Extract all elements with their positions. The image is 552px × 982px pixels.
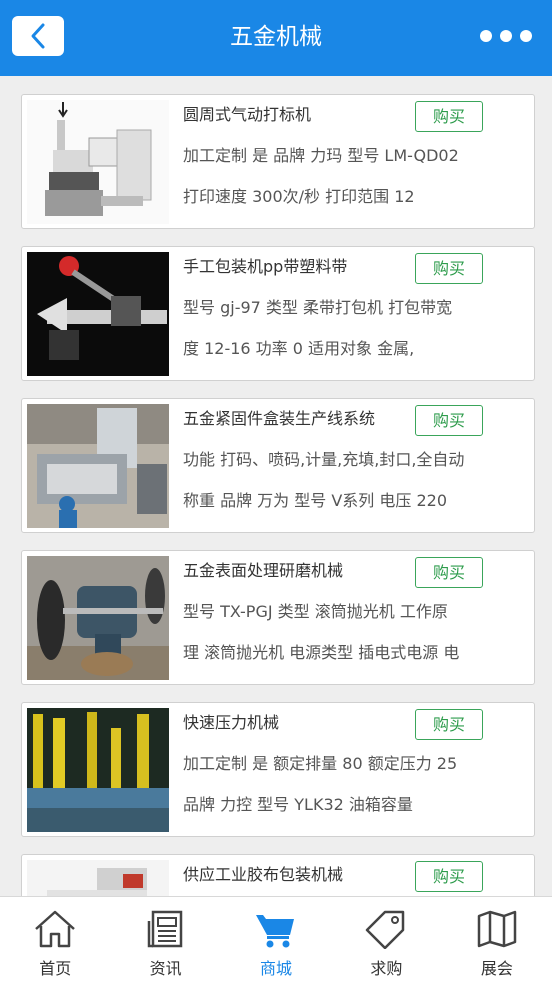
home-icon bbox=[35, 910, 76, 948]
page-title: 五金机械 bbox=[230, 24, 322, 50]
news-icon bbox=[147, 910, 182, 948]
buy-button[interactable]: 购买 bbox=[415, 405, 483, 436]
product-card[interactable]: 圆周式气动打标机 购买 加工定制 是 品牌 力玛 型号 LM-QD02 打印速度… bbox=[21, 94, 535, 229]
tab-mall[interactable]: 商城 bbox=[221, 897, 331, 982]
more-dot-icon bbox=[520, 30, 532, 42]
buy-button[interactable]: 购买 bbox=[415, 101, 483, 132]
product-image[interactable] bbox=[27, 860, 169, 896]
product-list[interactable]: 圆周式气动打标机 购买 加工定制 是 品牌 力玛 型号 LM-QD02 打印速度… bbox=[0, 76, 552, 896]
buy-button[interactable]: 购买 bbox=[415, 709, 483, 740]
product-name[interactable]: 手工包装机pp带塑料带 bbox=[183, 255, 413, 279]
tab-exhibition[interactable]: 展会 bbox=[442, 897, 552, 982]
tab-label: 展会 bbox=[480, 959, 513, 978]
tab-news[interactable]: 资讯 bbox=[110, 897, 220, 982]
header-bar: 五金机械 bbox=[0, 0, 552, 76]
cart-icon bbox=[256, 915, 295, 948]
product-name[interactable]: 五金表面处理研磨机械 bbox=[183, 559, 413, 583]
product-image[interactable] bbox=[27, 100, 169, 224]
buy-button[interactable]: 购买 bbox=[415, 253, 483, 284]
tab-label: 商城 bbox=[260, 959, 293, 978]
tab-label: 首页 bbox=[39, 959, 72, 978]
product-card[interactable]: 供应工业胶布包装机械 购买 bbox=[21, 854, 535, 896]
tab-label: 求购 bbox=[370, 959, 403, 978]
product-image[interactable] bbox=[27, 404, 169, 528]
product-card[interactable]: 五金表面处理研磨机械 购买 型号 TX-PGJ 类型 滚筒抛光机 工作原 理 滚… bbox=[21, 550, 535, 685]
product-image[interactable] bbox=[27, 708, 169, 832]
more-dot-icon bbox=[500, 30, 512, 42]
product-card[interactable]: 手工包装机pp带塑料带 购买 型号 gj-97 类型 柔带打包机 打包带宽 度 … bbox=[21, 246, 535, 381]
product-desc-line: 度 12-16 功率 0 适用对象 金属, bbox=[183, 339, 415, 358]
buy-button[interactable]: 购买 bbox=[415, 557, 483, 588]
bottom-tab-bar: 首页 资讯 商城 求购 展会 bbox=[0, 896, 552, 982]
map-icon bbox=[477, 910, 517, 948]
product-desc-line: 打印速度 300次/秒 打印范围 12 bbox=[183, 187, 415, 206]
product-desc-line: 称重 品牌 万为 型号 V系列 电压 220 bbox=[183, 491, 448, 510]
product-name[interactable]: 五金紧固件盒装生产线系统 bbox=[183, 407, 413, 431]
product-desc-line: 加工定制 是 品牌 力玛 型号 LM-QD02 bbox=[183, 146, 459, 165]
tag-icon bbox=[366, 910, 405, 949]
more-dot-icon bbox=[480, 30, 492, 42]
tab-home[interactable]: 首页 bbox=[0, 897, 110, 982]
product-card[interactable]: 快速压力机械 购买 加工定制 是 额定排量 80 额定压力 25 品牌 力控 型… bbox=[21, 702, 535, 837]
product-image[interactable] bbox=[27, 556, 169, 680]
product-desc-line: 型号 gj-97 类型 柔带打包机 打包带宽 bbox=[183, 298, 453, 317]
product-name[interactable]: 供应工业胶布包装机械 bbox=[183, 863, 413, 887]
product-desc-line: 型号 TX-PGJ 类型 滚筒抛光机 工作原 bbox=[183, 602, 448, 621]
product-name[interactable]: 快速压力机械 bbox=[183, 711, 413, 735]
product-name[interactable]: 圆周式气动打标机 bbox=[183, 103, 413, 127]
buy-button[interactable]: 购买 bbox=[415, 861, 483, 892]
tab-purchase[interactable]: 求购 bbox=[331, 897, 441, 982]
product-card[interactable]: 五金紧固件盒装生产线系统 购买 功能 打码、喷码,计量,充填,封口,全自动 称重… bbox=[21, 398, 535, 533]
product-desc-line: 加工定制 是 额定排量 80 额定压力 25 bbox=[183, 754, 458, 773]
product-desc-line: 理 滚筒抛光机 电源类型 插电式电源 电 bbox=[183, 643, 460, 662]
product-desc-line: 品牌 力控 型号 YLK32 油箱容量 bbox=[183, 795, 413, 814]
more-button[interactable] bbox=[480, 26, 532, 46]
product-image[interactable] bbox=[27, 252, 169, 376]
tab-label: 资讯 bbox=[149, 959, 182, 978]
product-desc-line: 功能 打码、喷码,计量,充填,封口,全自动 bbox=[183, 450, 465, 469]
